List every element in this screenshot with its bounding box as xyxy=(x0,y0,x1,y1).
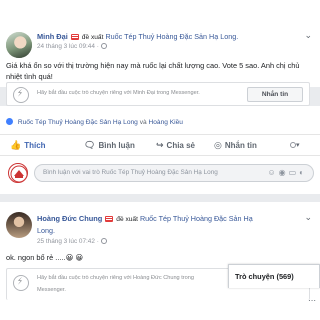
page-link[interactable]: Ruốc Tép Thuỷ Hoàng Đặc Sản Hạ Long xyxy=(105,32,236,41)
post-actions-bar: 👍 Thích 🗨 Bình luận ↪ Chia sẻ ◎ Nhắn tin ▾ xyxy=(0,134,320,156)
audience-selector[interactable]: ▾ xyxy=(288,140,300,149)
message-action-button[interactable]: ◎ Nhắn tin xyxy=(214,140,257,151)
page-link-2[interactable]: Ruốc Tép Thuỷ Hoàng Đặc Sản Hạ xyxy=(140,214,253,223)
recommend-text-2: đề xuất xyxy=(116,216,138,223)
globe-icon xyxy=(100,43,107,49)
emoji-icon[interactable]: ☺ xyxy=(267,168,278,177)
recommend-icon-2 xyxy=(105,216,114,223)
post-card-2: Hoàng Đức Chung đề xuất Ruốc Tép Thuỷ Ho… xyxy=(0,202,320,320)
chat-label: Trò chuyện (569) xyxy=(235,272,294,281)
messenger-prompt-text-2: Hãy bắt đầu cuộc trò chuyện riêng với Ho… xyxy=(37,275,194,293)
post-body-2: ok. ngon bổ rẻ .....😀 😀 xyxy=(6,253,84,262)
share-info-icon xyxy=(6,118,13,125)
share-info: Ruốc Tép Thuỷ Hoàng Đặc Sản Hạ Long và H… xyxy=(6,118,183,126)
post-time-text[interactable]: 24 tháng 3 lúc 09:44 · xyxy=(37,43,99,50)
comment-icon: 🗨 xyxy=(84,140,96,150)
avatar-hoang-duc-chung[interactable] xyxy=(6,212,32,238)
comment-label: Bình luận xyxy=(98,141,135,150)
page-link-suffix: . xyxy=(236,32,239,41)
share-other-link[interactable]: Hoàng Kiều xyxy=(149,119,183,126)
recommend-icon xyxy=(70,34,79,41)
like-button[interactable]: 👍 Thích xyxy=(10,140,46,151)
messenger-small-icon: ◎ xyxy=(214,140,222,150)
page-avatar xyxy=(8,163,28,183)
chevron-down-icon-2[interactable]: ⌄ xyxy=(304,212,312,223)
messenger-prompt-row: Hãy bắt đầu cuộc trò chuyện riêng với Mi… xyxy=(6,82,310,106)
author-name[interactable]: Minh Đại xyxy=(37,32,68,41)
post-2-header: Hoàng Đức Chung đề xuất Ruốc Tép Thuỷ Ho… xyxy=(37,214,253,223)
like-label: Thích xyxy=(24,141,46,150)
share-icon: ↪ xyxy=(156,140,164,150)
post-body: Giá khá ổn so với thị trường hiện nay mà… xyxy=(6,61,300,81)
sticker-icon[interactable]: ◐ xyxy=(299,168,307,177)
messenger-prompt-text: Hãy bắt đầu cuộc trò chuyện riêng với Mi… xyxy=(37,90,200,96)
share-button[interactable]: ↪ Chia sẻ xyxy=(156,140,195,151)
post-2-header-line2: Long. xyxy=(37,226,55,235)
gif-icon[interactable]: ▭ xyxy=(289,168,300,177)
chat-sidebar-tab[interactable]: Trò chuyện (569) xyxy=(228,264,320,288)
messenger-icon-2 xyxy=(13,275,29,291)
message-button[interactable]: Nhắn tin xyxy=(247,87,303,102)
messenger-prompt-text-2-line2: Messenger. xyxy=(37,287,66,293)
post-card-1: Minh Đại đề xuất Ruốc Tép Thuỷ Hoàng Đặc… xyxy=(0,0,320,87)
recommend-text: đề xuất xyxy=(81,34,104,41)
comment-placeholder: Bình luận với vai trò Ruốc Tép Thuỷ Hoàn… xyxy=(43,169,218,176)
post-time-2: 25 tháng 3 lúc 07:42 · xyxy=(37,238,107,245)
avatar-minh-dai-image[interactable] xyxy=(6,32,32,58)
page-link-2-cont[interactable]: Long. xyxy=(37,226,55,235)
post-1-header: Minh Đại đề xuất Ruốc Tép Thuỷ Hoàng Đặc… xyxy=(37,32,238,41)
author-name-2[interactable]: Hoàng Đức Chung xyxy=(37,214,102,223)
post-time: 24 tháng 3 lúc 09:44 · xyxy=(37,43,107,50)
post-time-2-text[interactable]: 25 tháng 3 lúc 07:42 · xyxy=(37,238,99,245)
share-page-link[interactable]: Ruốc Tép Thuỷ Hoàng Đặc Sản Hạ Long xyxy=(18,119,138,126)
comment-tools: ☺◉▭◐ xyxy=(267,168,307,177)
share-label: Chia sẻ xyxy=(166,141,196,150)
messenger-icon xyxy=(13,87,29,103)
message-action-label: Nhắn tin xyxy=(224,141,257,150)
comment-input[interactable]: Bình luận với vai trò Ruốc Tép Thuỷ Hoàn… xyxy=(34,164,314,182)
comment-button[interactable]: 🗨 Bình luận xyxy=(84,140,135,151)
chat-more-icon[interactable]: ⋯ xyxy=(308,296,316,305)
chevron-down-icon[interactable]: ⌄ xyxy=(304,30,312,41)
share-connector: và xyxy=(139,119,147,126)
thumbs-up-icon: 👍 xyxy=(10,140,22,150)
messenger-prompt-text-2-line1: Hãy bắt đầu cuộc trò chuyện riêng với Ho… xyxy=(37,275,194,281)
globe-icon-2 xyxy=(100,238,107,244)
camera-icon[interactable]: ◉ xyxy=(279,168,289,177)
